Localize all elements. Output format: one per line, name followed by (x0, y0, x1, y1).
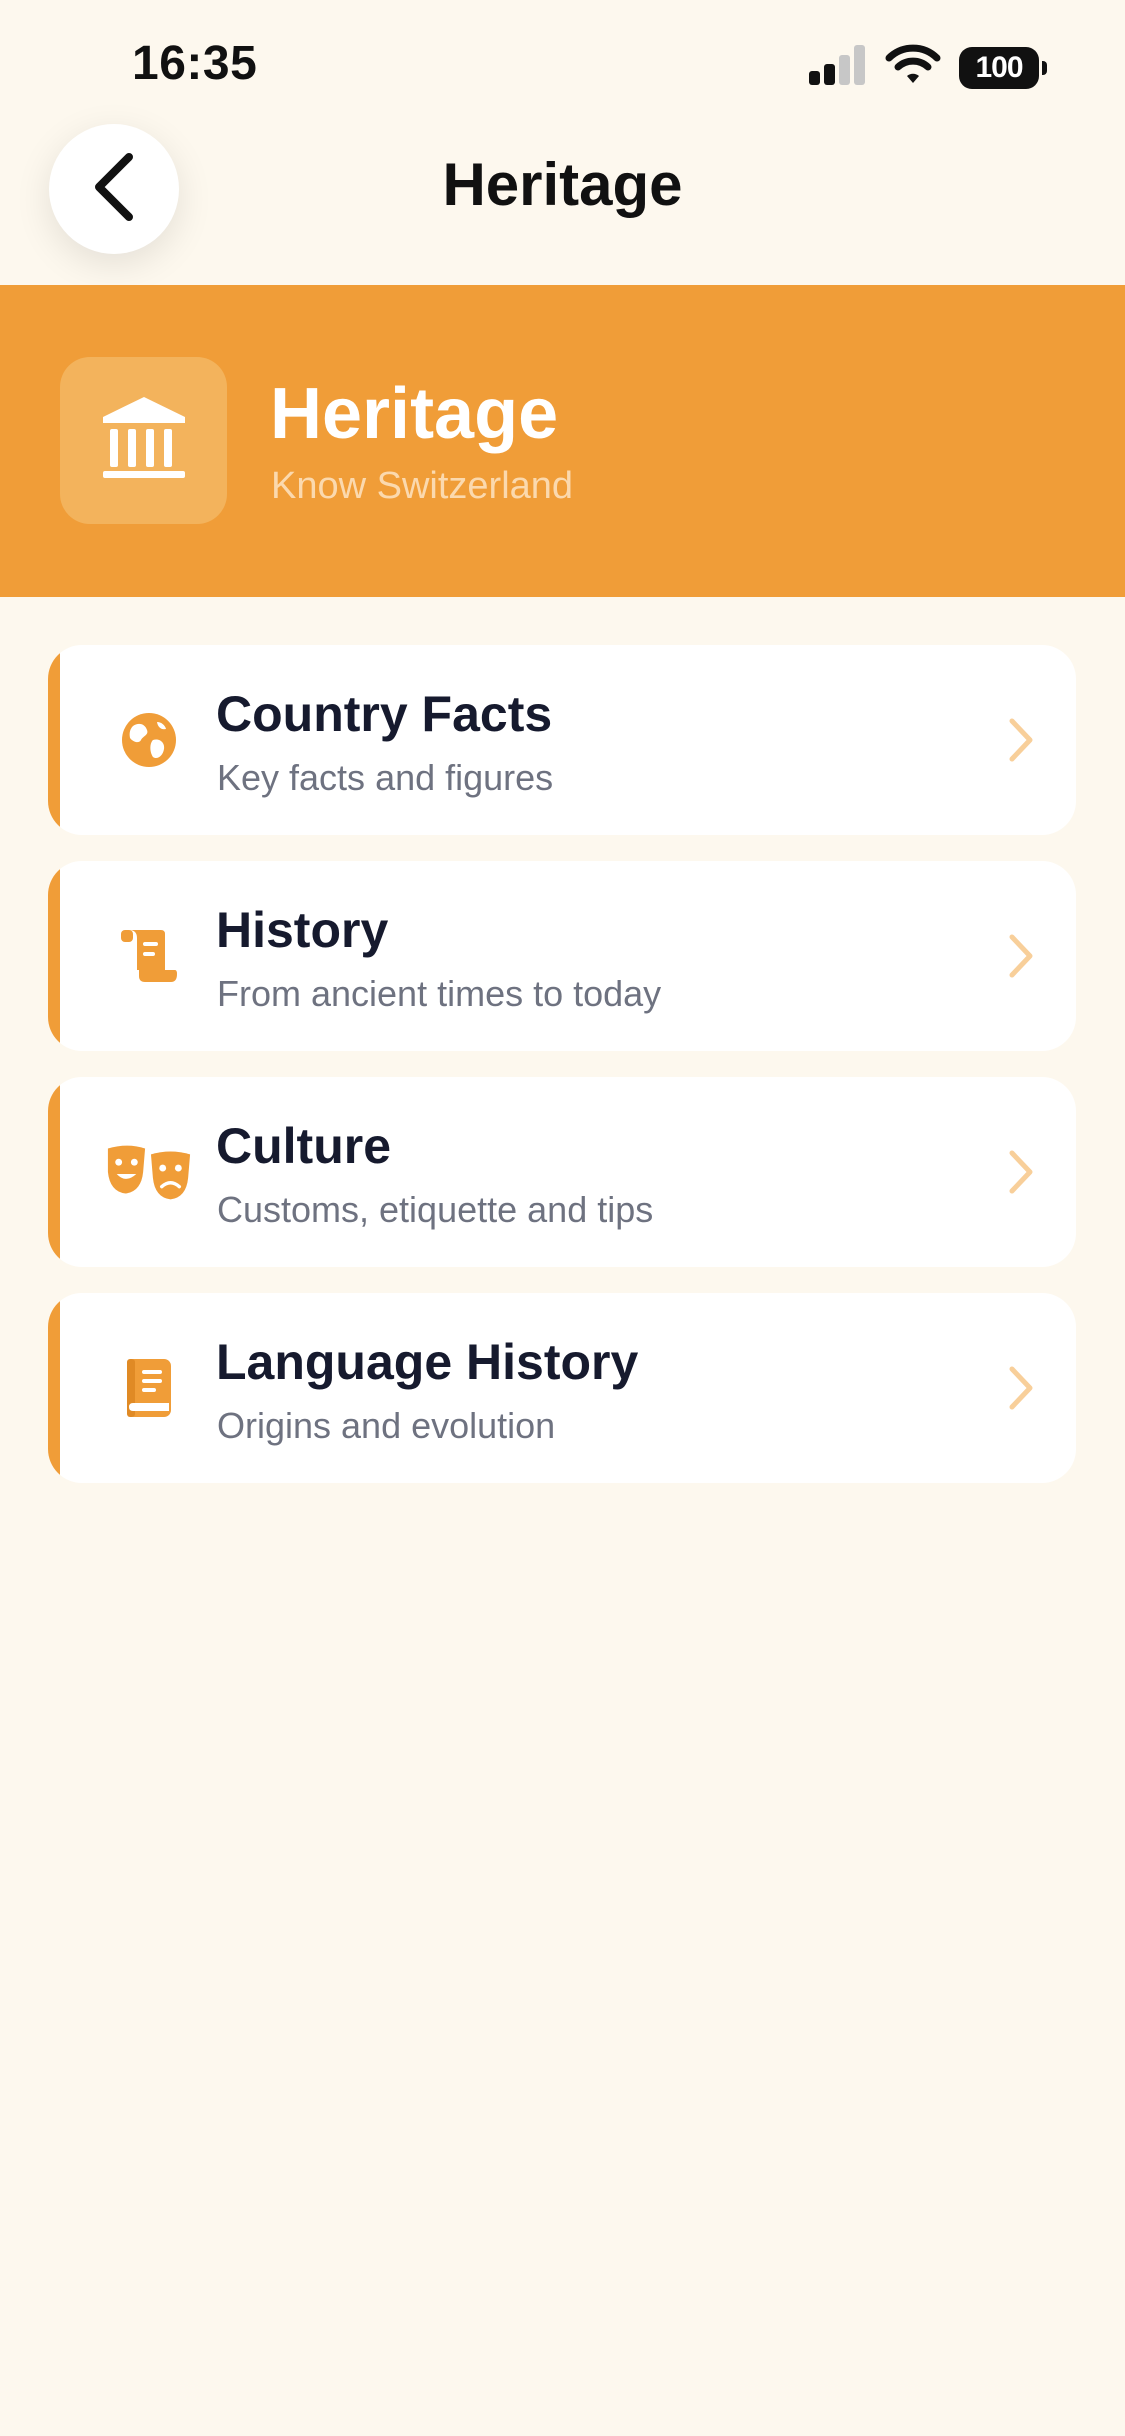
banner-subtitle: Know Switzerland (271, 465, 574, 507)
page-title: Heritage (442, 151, 683, 218)
header-banner: Heritage Know Switzerland (0, 285, 1125, 597)
status-icons: 100 (809, 44, 1047, 91)
card-title: History (216, 902, 389, 958)
chevron-right-icon (1009, 1366, 1033, 1410)
card-title: Language History (216, 1334, 639, 1390)
banner-title: Heritage (270, 374, 559, 454)
landmark-icon (101, 395, 187, 486)
card-subtitle: Customs, etiquette and tips (217, 1189, 654, 1230)
card-title: Culture (216, 1118, 391, 1174)
book-icon (104, 1343, 194, 1433)
theater-masks-icon (104, 1127, 194, 1217)
chevron-right-icon (1009, 1150, 1033, 1194)
card-subtitle: Key facts and figures (217, 757, 554, 798)
battery-indicator: 100 (959, 46, 1047, 89)
card-subtitle: Origins and evolution (217, 1405, 556, 1446)
scroll-icon (104, 911, 194, 1001)
card-culture[interactable]: Culture Customs, etiquette and tips (48, 1077, 1076, 1267)
card-country-facts[interactable]: Country Facts Key facts and figures (48, 645, 1076, 835)
status-bar: 16:35 100 (0, 0, 1125, 130)
card-history[interactable]: History From ancient times to today (48, 861, 1076, 1051)
wifi-icon (885, 44, 941, 91)
banner-icon-box (60, 357, 227, 524)
chevron-right-icon (1009, 718, 1033, 762)
chevron-right-icon (1009, 934, 1033, 978)
globe-icon (104, 695, 194, 785)
card-subtitle: From ancient times to today (217, 973, 662, 1014)
signal-icon (809, 45, 867, 90)
card-language-history[interactable]: Language History Origins and evolution (48, 1293, 1076, 1483)
card-title: Country Facts (216, 686, 553, 742)
status-time: 16:35 (132, 37, 258, 90)
